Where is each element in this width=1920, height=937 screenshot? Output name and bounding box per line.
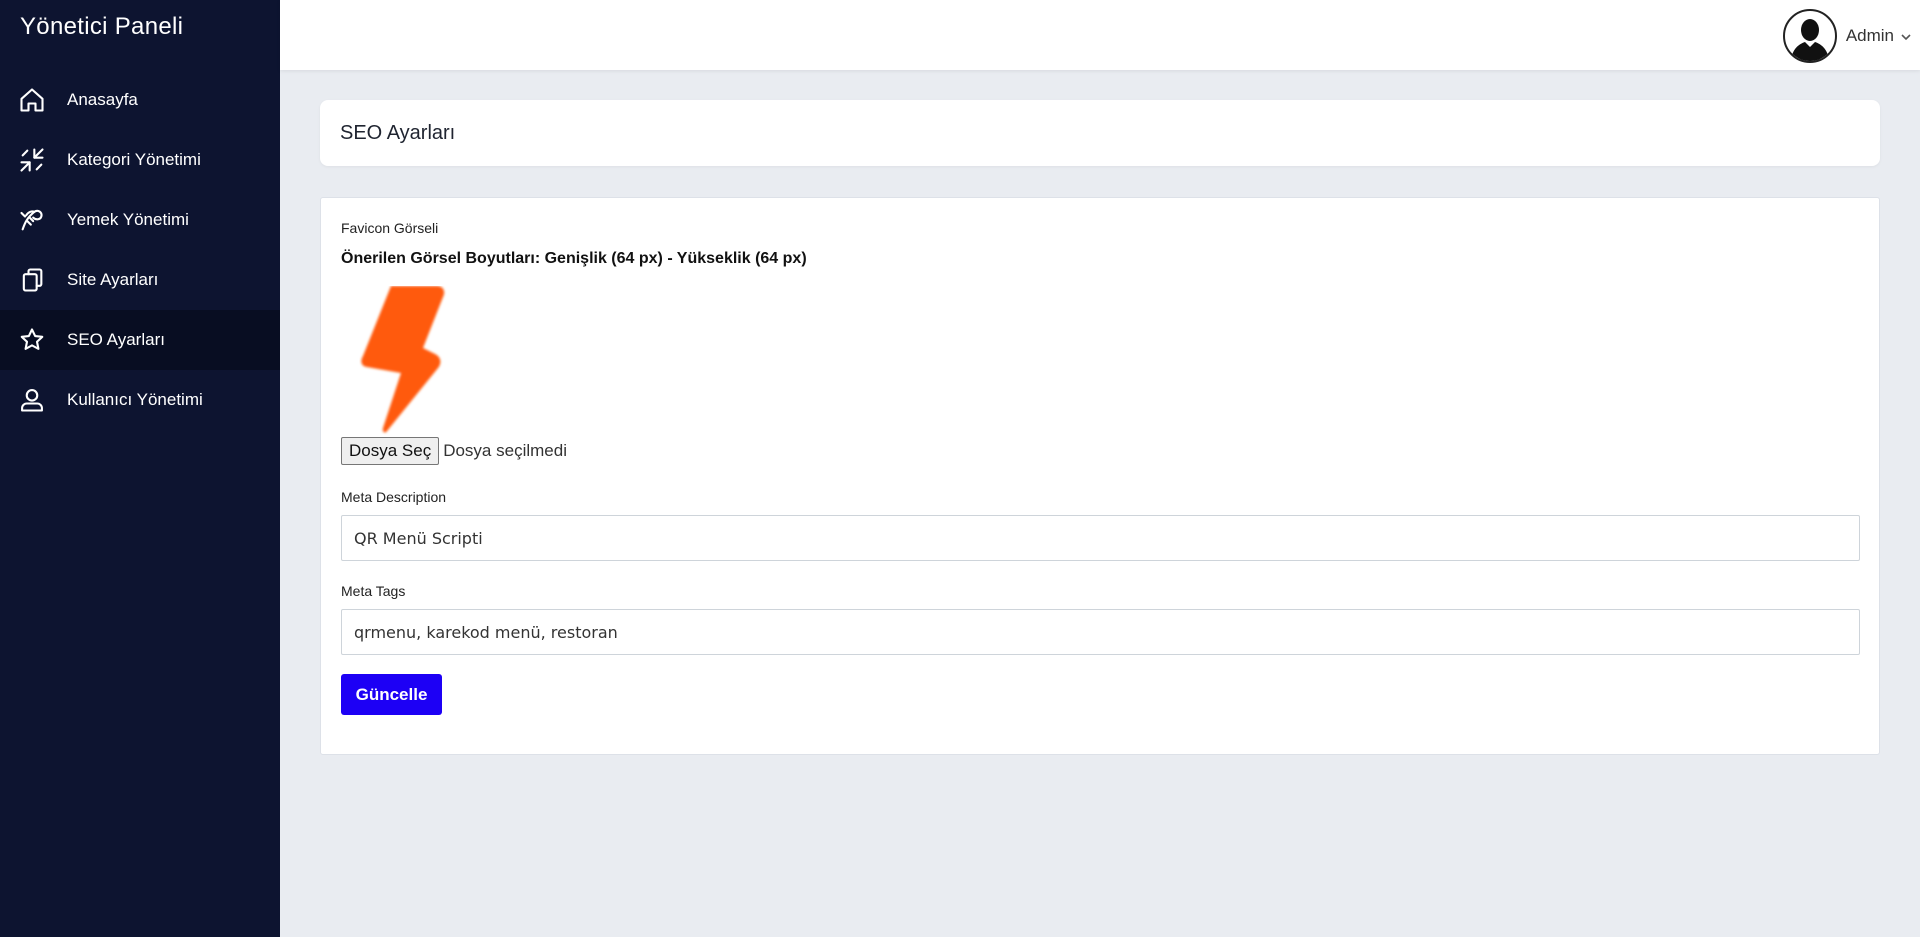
update-button[interactable]: Güncelle [341, 674, 442, 715]
choose-file-button[interactable]: Dosya Seç [341, 437, 440, 465]
sidebar-item-anasayfa[interactable]: Anasayfa [0, 70, 280, 130]
user-menu[interactable]: Admin [1782, 9, 1912, 63]
meta-description-input[interactable] [341, 515, 1860, 561]
topbar: Admin [280, 0, 1920, 70]
file-upload: Dosya Seç Dosya seçilmedi [341, 437, 567, 465]
sidebar-item-label: SEO Ayarları [67, 330, 165, 349]
user-icon [18, 386, 46, 414]
file-status: Dosya seçilmedi [443, 441, 567, 460]
category-arrows-icon [18, 146, 46, 174]
sidebar-item-site-ayarlari[interactable]: Site Ayarları [0, 250, 280, 310]
sidebar-item-label: Kategori Yönetimi [67, 150, 201, 169]
sidebar-item-label: Site Ayarları [67, 270, 159, 289]
meta-tags-input[interactable] [341, 609, 1860, 655]
user-name[interactable]: Admin [1846, 26, 1894, 46]
chevron-down-icon[interactable] [1900, 30, 1912, 42]
favicon-label: Favicon Görseli [341, 220, 439, 236]
lightning-bolt-icon [359, 286, 455, 436]
sidebar-item-kategori[interactable]: Kategori Yönetimi [0, 130, 280, 190]
favicon-size-hint: Önerilen Görsel Boyutları: Genişlik (64 … [341, 250, 807, 267]
food-icon [18, 206, 46, 234]
sidebar-item-label: Yemek Yönetimi [67, 210, 189, 229]
page-title: SEO Ayarları [340, 122, 456, 144]
sidebar: Yönetici Paneli Anasayfa Kategori Yöneti… [0, 0, 280, 937]
sidebar-menu: Anasayfa Kategori Yönetimi Yemek Yönetim… [0, 70, 280, 430]
sidebar-item-kullanici[interactable]: Kullanıcı Yönetimi [0, 370, 280, 430]
sidebar-item-seo-ayarlari[interactable]: SEO Ayarları [0, 310, 280, 370]
star-icon [18, 326, 46, 354]
seo-settings-form: Favicon Görseli Önerilen Görsel Boyutlar… [320, 197, 1880, 755]
page-header: SEO Ayarları [320, 100, 1880, 166]
sidebar-item-label: Kullanıcı Yönetimi [67, 390, 203, 409]
user-avatar-icon[interactable] [1782, 9, 1837, 63]
sidebar-item-label: Anasayfa [67, 90, 138, 109]
meta-tags-label: Meta Tags [341, 583, 406, 599]
copy-icon [18, 266, 46, 294]
home-icon [18, 86, 46, 114]
brand-title: Yönetici Paneli [20, 13, 184, 40]
sidebar-item-yemek[interactable]: Yemek Yönetimi [0, 190, 280, 250]
meta-description-label: Meta Description [341, 489, 447, 505]
